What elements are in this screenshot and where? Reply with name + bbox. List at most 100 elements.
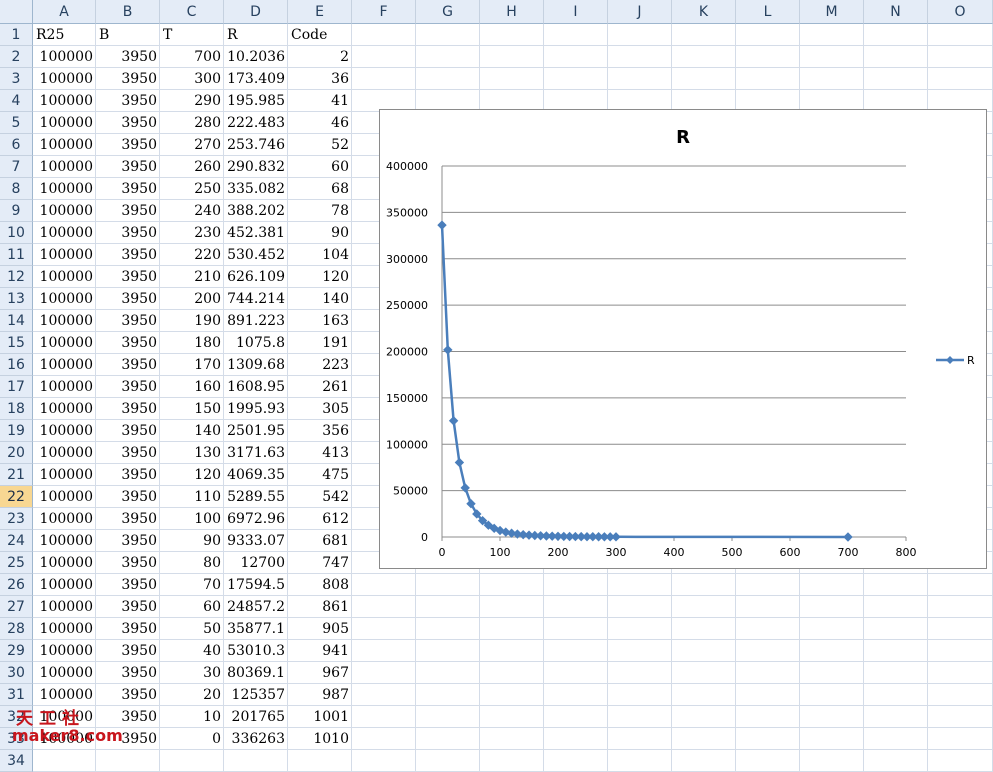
- data-cell-a[interactable]: 100000: [33, 354, 96, 376]
- data-cell-a[interactable]: 100000: [33, 398, 96, 420]
- cell[interactable]: [800, 640, 864, 662]
- data-cell-a[interactable]: 100000: [33, 552, 96, 574]
- data-cell-e[interactable]: 905: [288, 618, 352, 640]
- row-header[interactable]: 6: [0, 134, 33, 156]
- cell[interactable]: [352, 728, 416, 750]
- data-cell-b[interactable]: 3950: [96, 354, 160, 376]
- cell[interactable]: [736, 574, 800, 596]
- cell[interactable]: [544, 728, 608, 750]
- cell[interactable]: [928, 618, 993, 640]
- cell[interactable]: [352, 684, 416, 706]
- data-cell-a[interactable]: 100000: [33, 68, 96, 90]
- data-cell-e[interactable]: 681: [288, 530, 352, 552]
- data-cell-d[interactable]: 201765: [224, 706, 288, 728]
- data-cell-b[interactable]: 3950: [96, 552, 160, 574]
- cell[interactable]: [480, 706, 544, 728]
- select-all-corner[interactable]: [0, 0, 33, 24]
- row-header[interactable]: 30: [0, 662, 33, 684]
- data-cell-e[interactable]: 78: [288, 200, 352, 222]
- cell[interactable]: [800, 618, 864, 640]
- header-cell-r25[interactable]: R25: [33, 24, 96, 46]
- cell[interactable]: [480, 618, 544, 640]
- column-header-f[interactable]: F: [352, 0, 416, 24]
- data-cell-c[interactable]: 300: [160, 68, 224, 90]
- cell[interactable]: [736, 728, 800, 750]
- cell[interactable]: [864, 684, 928, 706]
- row-header[interactable]: 28: [0, 618, 33, 640]
- data-cell-b[interactable]: 3950: [96, 508, 160, 530]
- data-cell-b[interactable]: 3950: [96, 68, 160, 90]
- cell[interactable]: [544, 596, 608, 618]
- cell[interactable]: [352, 46, 416, 68]
- row-header[interactable]: 10: [0, 222, 33, 244]
- cell[interactable]: [352, 596, 416, 618]
- cell[interactable]: [672, 684, 736, 706]
- cell[interactable]: [608, 618, 672, 640]
- data-cell-e[interactable]: 60: [288, 156, 352, 178]
- data-cell-c[interactable]: 30: [160, 662, 224, 684]
- row-header[interactable]: 25: [0, 552, 33, 574]
- row-header[interactable]: 7: [0, 156, 33, 178]
- data-cell-d[interactable]: 10.2036: [224, 46, 288, 68]
- data-cell-b[interactable]: 3950: [96, 530, 160, 552]
- data-cell-c[interactable]: 130: [160, 442, 224, 464]
- cell[interactable]: [480, 750, 544, 772]
- cell[interactable]: [33, 750, 96, 772]
- data-cell-a[interactable]: 100000: [33, 574, 96, 596]
- data-cell-d[interactable]: 222.483: [224, 112, 288, 134]
- row-header[interactable]: 12: [0, 266, 33, 288]
- data-cell-b[interactable]: 3950: [96, 376, 160, 398]
- column-header-m[interactable]: M: [800, 0, 864, 24]
- data-cell-e[interactable]: 1010: [288, 728, 352, 750]
- cell[interactable]: [416, 596, 480, 618]
- cell[interactable]: [928, 68, 993, 90]
- data-cell-c[interactable]: 180: [160, 332, 224, 354]
- cell[interactable]: [352, 618, 416, 640]
- data-cell-d[interactable]: 3171.63: [224, 442, 288, 464]
- data-cell-e[interactable]: 987: [288, 684, 352, 706]
- cell[interactable]: [544, 662, 608, 684]
- data-cell-a[interactable]: 100000: [33, 420, 96, 442]
- cell[interactable]: [416, 618, 480, 640]
- cell[interactable]: [608, 596, 672, 618]
- cell[interactable]: [480, 728, 544, 750]
- row-header[interactable]: 3: [0, 68, 33, 90]
- data-cell-b[interactable]: 3950: [96, 332, 160, 354]
- data-cell-e[interactable]: 542: [288, 486, 352, 508]
- cell[interactable]: [800, 750, 864, 772]
- cell[interactable]: [608, 684, 672, 706]
- cell[interactable]: [608, 574, 672, 596]
- cell[interactable]: [800, 684, 864, 706]
- column-header-h[interactable]: H: [480, 0, 544, 24]
- row-header[interactable]: 29: [0, 640, 33, 662]
- data-cell-a[interactable]: 100000: [33, 640, 96, 662]
- cell[interactable]: [672, 68, 736, 90]
- cell[interactable]: [800, 574, 864, 596]
- data-cell-c[interactable]: 280: [160, 112, 224, 134]
- cell[interactable]: [864, 662, 928, 684]
- header-cell-code[interactable]: Code: [288, 24, 352, 46]
- cell[interactable]: [928, 728, 993, 750]
- data-cell-d[interactable]: 125357: [224, 684, 288, 706]
- cell[interactable]: [416, 46, 480, 68]
- row-header[interactable]: 13: [0, 288, 33, 310]
- data-cell-a[interactable]: 100000: [33, 266, 96, 288]
- column-header-e[interactable]: E: [288, 0, 352, 24]
- data-cell-c[interactable]: 290: [160, 90, 224, 112]
- cell[interactable]: [864, 46, 928, 68]
- data-cell-e[interactable]: 356: [288, 420, 352, 442]
- cell[interactable]: [544, 618, 608, 640]
- data-cell-e[interactable]: 413: [288, 442, 352, 464]
- data-cell-c[interactable]: 90: [160, 530, 224, 552]
- chart[interactable]: R 0 50000 100000 150000 200000 250000 300000 350…: [379, 109, 987, 569]
- cell[interactable]: [928, 46, 993, 68]
- row-header[interactable]: 17: [0, 376, 33, 398]
- data-cell-d[interactable]: 1075.8: [224, 332, 288, 354]
- data-cell-c[interactable]: 80: [160, 552, 224, 574]
- cell[interactable]: [480, 662, 544, 684]
- cell[interactable]: [672, 596, 736, 618]
- data-cell-b[interactable]: 3950: [96, 574, 160, 596]
- data-cell-d[interactable]: 388.202: [224, 200, 288, 222]
- cell[interactable]: [608, 750, 672, 772]
- data-cell-a[interactable]: 100000: [33, 508, 96, 530]
